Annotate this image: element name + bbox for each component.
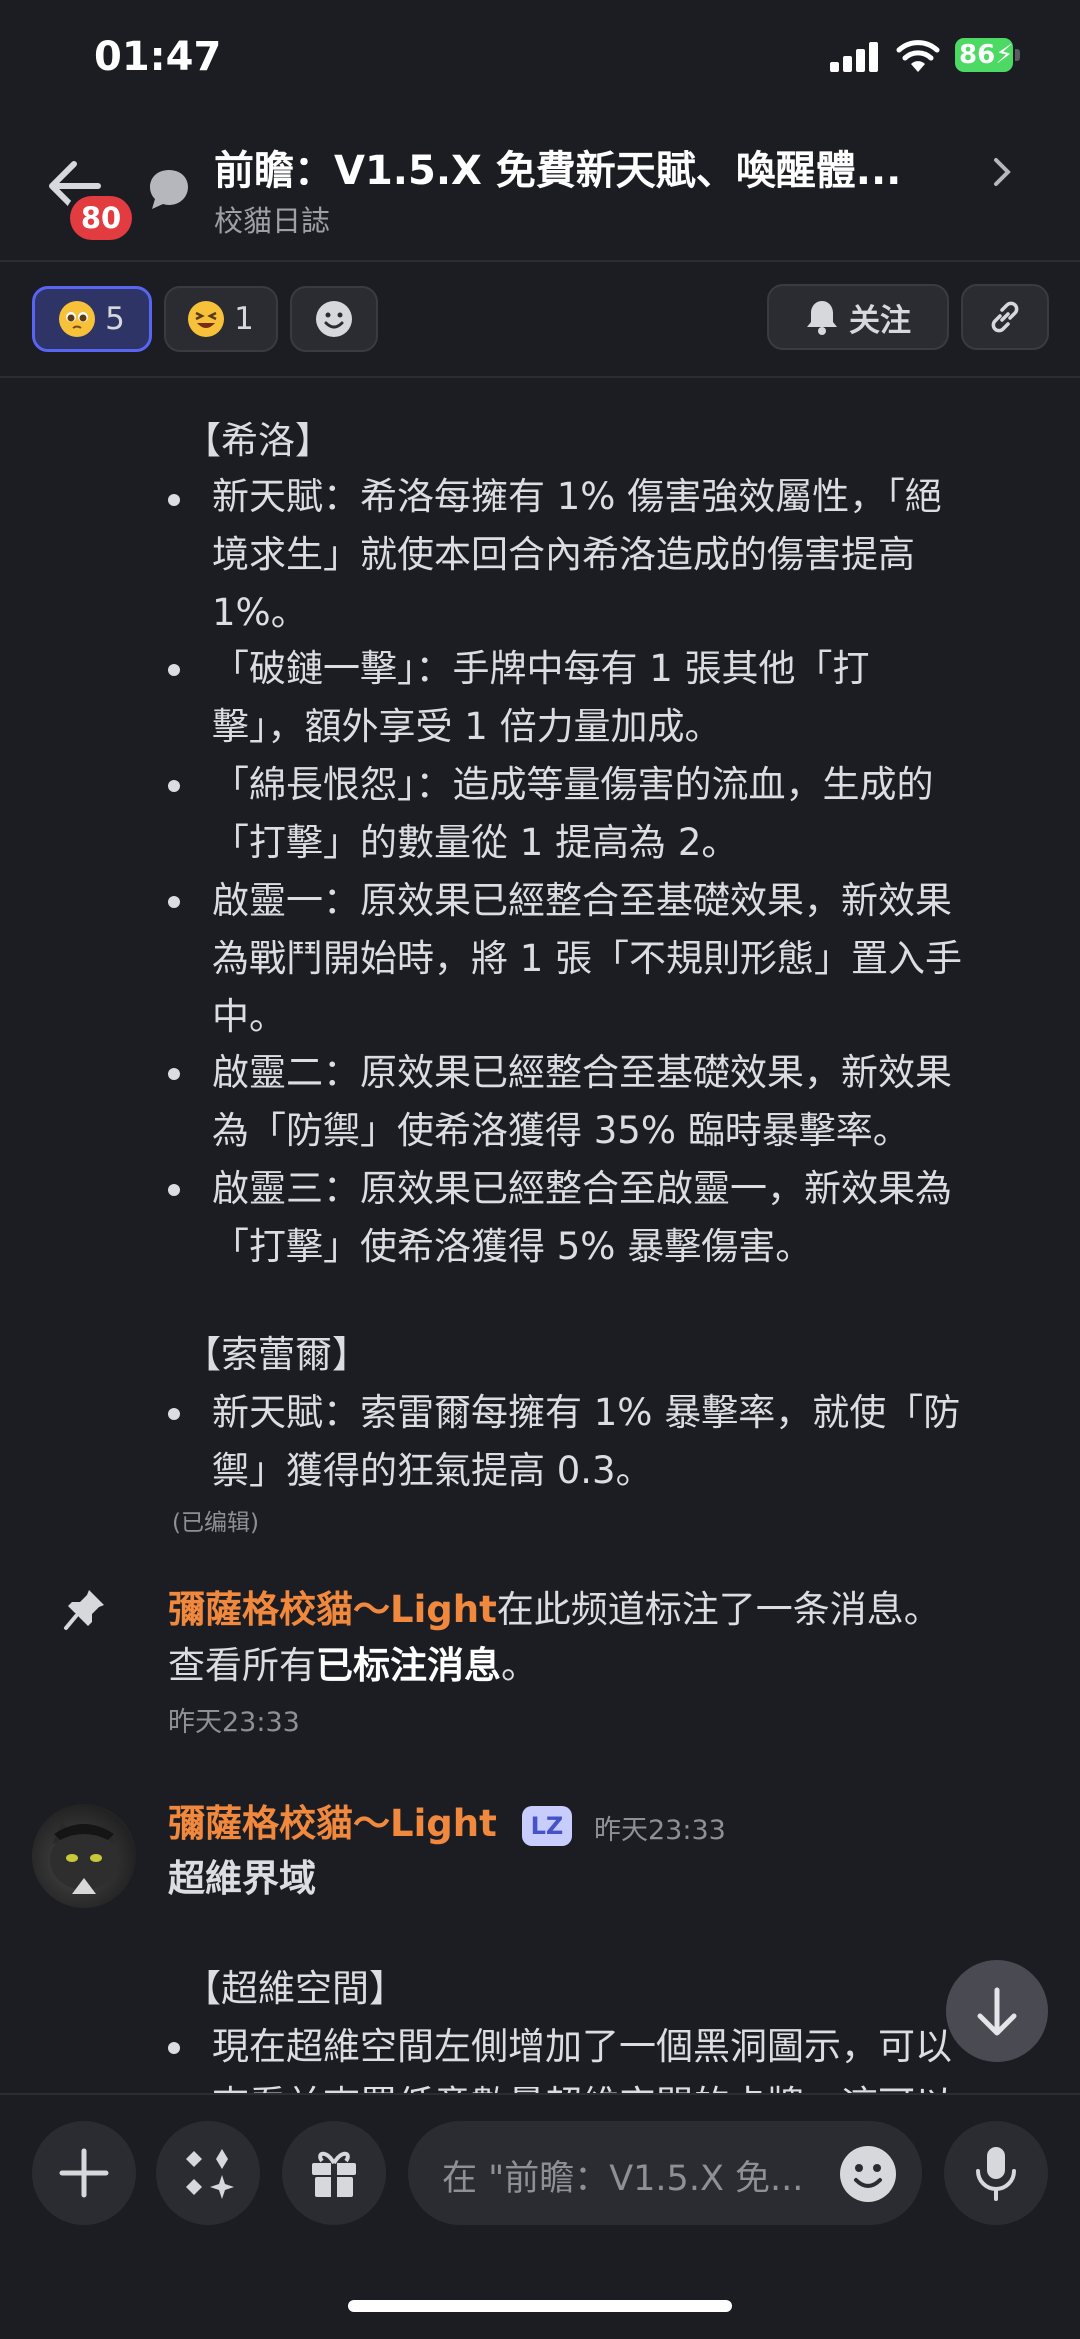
bullet-point (168, 664, 180, 676)
user-tag-badge[interactable]: LZ (522, 1806, 572, 1846)
message-line: 「打擊」的數量從 1 提高為 2。 (212, 821, 739, 864)
section-header: 【超維空間】 (184, 1967, 406, 2010)
bell-icon (807, 301, 837, 335)
thread-title[interactable]: 前瞻：V1.5.X 免費新天賦、喚醒體... (214, 138, 901, 196)
battery-level: 86 (959, 40, 996, 70)
status-time: 01:47 (94, 34, 222, 80)
unread-badge: 80 (70, 196, 132, 240)
bullet-point (168, 1068, 180, 1080)
pin-line2-prefix: 查看所有 (168, 1644, 316, 1687)
reaction-pleading[interactable]: 5 (32, 286, 152, 352)
add-reaction-button[interactable] (290, 286, 378, 352)
reaction-count: 1 (234, 301, 254, 337)
laughing-face-emoji-icon (188, 301, 225, 337)
message-input-placeholder[interactable]: 在 "前瞻：V1.5.X 免... (442, 2150, 803, 2201)
bullet-point (168, 896, 180, 908)
message-line: 1%。 (212, 591, 308, 634)
reaction-count: 5 (105, 301, 125, 337)
battery-icon: 86⚡ (955, 38, 1021, 74)
bullet-point (168, 780, 180, 792)
message-line: 啟靈二：原效果已經整合至基礎效果，新效果 (212, 1051, 952, 1094)
wifi-icon (896, 40, 940, 72)
message-line: 啟靈一：原效果已經整合至基礎效果，新效果 (212, 879, 952, 922)
microphone-icon (976, 2147, 1016, 2201)
reaction-laughing[interactable]: 1 (164, 286, 278, 352)
pin-notice-message: 在此频道标注了一条消息。 (496, 1588, 941, 1631)
link-icon (991, 301, 1019, 333)
apps-button[interactable] (156, 2121, 260, 2225)
copy-link-button[interactable] (961, 284, 1049, 350)
add-emoji-icon (316, 301, 352, 337)
message-line: 為戰鬥開始時，將 1 張「不規則形態」置入手 (212, 937, 963, 980)
pin-timestamp: 昨天23:33 (168, 1707, 300, 1738)
message-line: 禦」獲得的狂氣提高 0.3。 (212, 1449, 653, 1492)
header-divider (0, 260, 1080, 262)
pin-notice-text: 彌薩格校貓～Light在此频道标注了一条消息。 (168, 1582, 941, 1638)
section-header: 【索蕾爾】 (184, 1333, 369, 1376)
message-line: 現在超維空間左側增加了一個黑洞圖示，可以 (212, 2025, 952, 2068)
thread-bubble-icon (150, 170, 188, 209)
apps-sparkle-icon (186, 2149, 234, 2199)
pleading-face-emoji-icon (59, 301, 96, 337)
plus-icon (59, 2148, 109, 2198)
edited-label: (已编辑) (172, 1510, 259, 1536)
pin-notice-line2: 查看所有已标注消息。 (168, 1638, 538, 1694)
bullet-point (168, 1184, 180, 1196)
gift-icon (312, 2151, 356, 2197)
voice-message-button[interactable] (944, 2121, 1048, 2225)
message-line: 新天賦：希洛每擁有 1% 傷害強效屬性，「絕 (212, 475, 942, 518)
pinned-messages-link[interactable]: 已标注消息 (316, 1644, 501, 1687)
bullet-point (168, 494, 180, 506)
pin-user-name[interactable]: 彌薩格校貓～Light (168, 1588, 497, 1631)
message-line: 「綿長恨怨」：造成等量傷害的流血，生成的 (212, 763, 934, 806)
message-title: 超維界域 (168, 1857, 316, 1900)
follow-label: 关注 (849, 302, 911, 339)
cellular-signal-icon (830, 42, 878, 72)
avatar[interactable] (32, 1804, 136, 1908)
message-author[interactable]: 彌薩格校貓～Light (168, 1796, 497, 1852)
message-line: 啟靈三：原效果已經整合至啟靈一，新效果為 (212, 1167, 952, 1210)
message-line: 中。 (212, 995, 286, 1038)
follow-button[interactable]: 关注 (767, 284, 949, 350)
bullet-point (168, 2042, 180, 2054)
message-line: 境求生」就使本回合內希洛造成的傷害提高 (212, 533, 915, 576)
message-line: 為「防禦」使希洛獲得 35% 臨時暴擊率。 (212, 1109, 910, 1152)
pin-icon (64, 1590, 104, 1630)
message-line: 「破鏈一擊」：手牌中每有 1 張其他「打 (212, 647, 870, 690)
gift-button[interactable] (282, 2121, 386, 2225)
add-attachment-button[interactable] (32, 2121, 136, 2225)
reactions-divider (0, 376, 1080, 378)
scroll-to-bottom-button[interactable] (946, 1960, 1048, 2062)
message-timestamp: 昨天23:33 (594, 1815, 726, 1846)
emoji-picker-icon[interactable] (838, 2144, 898, 2204)
message-line: 「打擊」使希洛獲得 5% 暴擊傷害。 (212, 1225, 813, 1268)
message-line: 新天賦：索雷爾每擁有 1% 暴擊率，就使「防 (212, 1391, 961, 1434)
message-line: 擊」，額外享受 1 倍力量加成。 (212, 705, 722, 748)
chevron-right-icon[interactable] (990, 154, 1016, 190)
bullet-point (168, 1408, 180, 1420)
section-header: 【希洛】 (184, 419, 332, 462)
arrow-down-icon (977, 1987, 1017, 2036)
pin-line2-suffix: 。 (501, 1644, 538, 1687)
home-indicator (348, 2300, 732, 2312)
channel-name[interactable]: 校貓日誌 (214, 198, 330, 240)
